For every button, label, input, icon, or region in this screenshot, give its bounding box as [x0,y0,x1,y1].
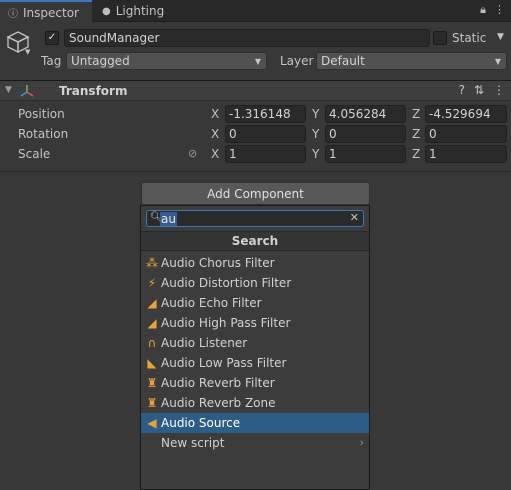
tag-value: Untagged [71,54,130,68]
chorus-filter-icon: ⁂ [146,256,158,270]
tag-label: Tag [41,54,62,68]
rotation-x-field[interactable]: 0 [225,125,306,143]
help-icon[interactable]: ? [459,83,465,97]
list-item-label: Audio Low Pass Filter [161,356,287,370]
list-item-label: Audio Distortion Filter [161,276,292,290]
list-item-label: Audio Source [161,416,241,430]
low-pass-filter-icon: ◣ [147,356,157,370]
high-pass-filter-icon: ◢ [147,316,157,330]
bulb-icon: ● [102,5,111,17]
tab-inspector[interactable]: ⓘ Inspector [0,0,92,23]
static-label: Static [452,31,487,45]
list-item-label: Audio Reverb Filter [161,376,275,390]
list-item-label: Audio Echo Filter [161,296,262,310]
axis-y-label[interactable]: Y [312,107,319,121]
constrain-proportions-icon[interactable]: ⊘ [188,147,197,160]
position-z-field[interactable]: -4.529694 [425,105,507,123]
position-y-field[interactable]: 4.056284 [325,105,406,123]
speaker-icon: ◀ [147,416,157,430]
more-icon[interactable]: ⋮ [494,3,505,17]
name-field[interactable]: SoundManager [64,29,430,47]
static-dropdown-caret-icon[interactable]: ▼ [497,32,504,42]
axis-y-label[interactable]: Y [312,127,319,141]
component-list: ⁂ Audio Chorus Filter ⚡ Audio Distortion Fi… [141,253,369,453]
add-component-popup: 🔍︎ au ✕ Search ⁂ Audio Chorus Filter ⚡ Audi… [140,205,370,490]
layer-dropdown[interactable]: Default ▼ [316,52,507,70]
static-checkbox[interactable] [433,31,447,45]
scale-x-field[interactable]: 1 [225,145,306,163]
divider [0,171,511,172]
tab-actions: 🔒︎ ⋮ [480,3,505,17]
component-actions: ? ⇅ ⋮ [459,83,505,97]
search-results-title: Search [141,231,369,251]
list-item[interactable]: ◣ Audio Low Pass Filter [141,353,369,373]
info-icon: ⓘ [8,9,18,20]
rotation-y-field[interactable]: 0 [325,125,406,143]
rotation-z-field[interactable]: 0 [425,125,507,143]
axis-z-label[interactable]: Z [412,147,420,161]
list-item-label: New script [161,436,225,450]
list-item[interactable]: ♜ Audio Reverb Filter [141,373,369,393]
tab-lighting[interactable]: ● Lighting [94,0,172,22]
axis-z-label[interactable]: Z [412,127,420,141]
axis-x-label[interactable]: X [211,127,219,141]
axis-x-label[interactable]: X [211,107,219,121]
position-x-field[interactable]: -1.316148 [225,105,306,123]
axis-z-label[interactable]: Z [412,107,420,121]
icon-dropdown-caret-icon[interactable]: ▼ [25,48,30,56]
list-item-label: Audio Chorus Filter [161,256,275,270]
axis-x-label[interactable]: X [211,147,219,161]
position-label: Position [18,107,65,121]
headphones-icon: ∩ [147,336,157,350]
list-item-label: Audio Reverb Zone [161,396,276,410]
lock-icon[interactable]: 🔒︎ [480,3,486,17]
list-item[interactable]: ◢ Audio High Pass Filter [141,313,369,333]
chevron-down-icon: ▼ [494,57,501,66]
tab-label: Inspector [23,5,79,20]
transform-header[interactable]: ▼ Transform ? ⇅ ⋮ [0,80,511,101]
component-title: Transform [59,84,128,98]
clear-search-icon[interactable]: ✕ [350,211,359,224]
more-icon[interactable]: ⋮ [493,83,505,97]
scale-y-field[interactable]: 1 [325,145,406,163]
scale-label: Scale [18,147,51,161]
reverb-filter-icon: ♜ [146,376,158,390]
layer-value: Default [321,54,365,68]
chevron-down-icon: ▼ [254,57,261,66]
list-item-label: Audio Listener [161,336,248,350]
transform-axes-icon [20,85,34,97]
tab-bar: ⓘ Inspector ● Lighting 🔒︎ ⋮ [0,0,511,23]
rotation-label: Rotation [18,127,69,141]
list-item[interactable]: ◀ Audio Source [141,413,369,433]
list-item-label: Audio High Pass Filter [161,316,291,330]
list-item[interactable]: ∩ Audio Listener [141,333,369,353]
list-item[interactable]: ♜ Audio Reverb Zone [141,393,369,413]
preset-icon[interactable]: ⇅ [474,83,484,97]
axis-y-label[interactable]: Y [312,147,319,161]
list-item[interactable]: New script › [141,433,369,453]
tab-label: Lighting [115,4,165,18]
distortion-filter-icon: ⚡ [147,276,157,290]
foldout-arrow-icon[interactable]: ▼ [5,85,12,95]
blank-icon [144,435,160,451]
chevron-right-icon: › [359,436,364,449]
active-checkbox[interactable]: ✓ [45,31,59,45]
list-item[interactable]: ⁂ Audio Chorus Filter [141,253,369,273]
list-item[interactable]: ◢ Audio Echo Filter [141,293,369,313]
component-search-input[interactable]: 🔍︎ au ✕ [146,210,364,227]
echo-filter-icon: ◢ [147,296,157,310]
reverb-zone-icon: ♜ [146,396,158,410]
list-item[interactable]: ⚡ Audio Distortion Filter [141,273,369,293]
tag-dropdown[interactable]: Untagged ▼ [66,52,267,70]
search-value: au [160,212,177,226]
scale-z-field[interactable]: 1 [425,145,507,163]
layer-label: Layer [280,54,314,68]
add-component-button[interactable]: Add Component [141,182,370,205]
